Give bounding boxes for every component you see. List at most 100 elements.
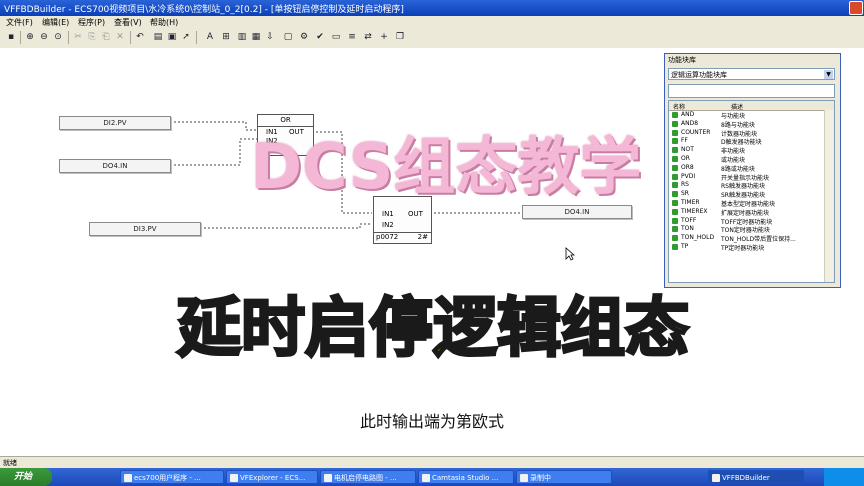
zoom-in-icon[interactable]: ⊕ bbox=[24, 31, 36, 43]
system-tray bbox=[824, 468, 864, 486]
library-list-header: 名称 描述 bbox=[669, 101, 834, 111]
item-desc: 与功能块 bbox=[721, 113, 746, 120]
block-icon bbox=[672, 112, 678, 118]
item-desc: 开关量指示功能块 bbox=[721, 174, 770, 182]
taskbar-item[interactable]: VFExplorer - ECS... bbox=[226, 470, 318, 484]
taskbar-item[interactable]: Camtasia Studio ... bbox=[418, 470, 514, 484]
chevron-down-icon[interactable]: ▼ bbox=[824, 70, 833, 79]
list-item[interactable]: SR SR触发器功能块 bbox=[669, 190, 824, 199]
grid-icon[interactable]: ⊞ bbox=[220, 31, 232, 43]
list-item[interactable]: AND8 8路与功能块 bbox=[669, 120, 824, 129]
taskbar-item[interactable]: 录制中 bbox=[516, 470, 612, 484]
menu-view[interactable]: 查看(V) bbox=[114, 17, 142, 28]
library-list[interactable]: 名称 描述 AND 与功能块 AND8 8路与功能块 COUNTER 计数器功能块 F… bbox=[668, 100, 835, 283]
monitor-icon[interactable]: ▢ bbox=[282, 31, 294, 43]
taskbar-item-label: 电机启停电路图 - ... bbox=[334, 474, 397, 482]
library-title: 功能块库 bbox=[665, 54, 840, 66]
config-icon[interactable]: ⚙ bbox=[298, 31, 310, 43]
item-desc: TOFF定时器功能块 bbox=[721, 218, 773, 226]
taskbar: 开始 ecs700用户程序 - ... VFExplorer - ECS... … bbox=[0, 468, 864, 486]
menu-file[interactable]: 文件(F) bbox=[6, 17, 33, 28]
text-icon[interactable]: A bbox=[204, 31, 216, 43]
and-footer: p0072 2# bbox=[374, 232, 431, 243]
and-id: p0072 bbox=[376, 233, 399, 241]
taskbar-item-label: Camtasia Studio ... bbox=[432, 474, 499, 482]
pv-block-di2[interactable]: DI2.PV bbox=[59, 116, 171, 130]
item-desc: TON_HOLD带后置位保持... bbox=[721, 236, 796, 244]
overlay-headline: 延时启停逻辑组态 bbox=[176, 291, 691, 368]
menu-edit[interactable]: 编辑(E) bbox=[42, 17, 69, 28]
start-button[interactable]: 开始 bbox=[0, 468, 52, 486]
taskbar-item[interactable]: 电机启停电路图 - ... bbox=[320, 470, 416, 484]
close-icon[interactable] bbox=[849, 1, 863, 15]
paste-icon[interactable]: ⎗ bbox=[100, 31, 112, 43]
cut-icon[interactable]: ✂ bbox=[72, 31, 84, 43]
item-desc: 非功能块 bbox=[721, 148, 746, 156]
item-name: TON bbox=[681, 225, 694, 233]
list-item[interactable]: TOFF TOFF定时器功能块 bbox=[669, 217, 824, 226]
title-bar: VFFBDBuilder - ECS700视频项目\水冷系统0\控制站_0_2[… bbox=[0, 0, 864, 16]
list-item[interactable]: TIMER 基本型定时器功能块 bbox=[669, 199, 824, 208]
undo-icon[interactable]: ↶ bbox=[134, 31, 146, 43]
arrow-icon[interactable]: ➚ bbox=[180, 31, 192, 43]
window-title: VFFBDBuilder - ECS700视频项目\水冷系统0\控制站_0_2[… bbox=[4, 5, 404, 15]
app-icon bbox=[422, 474, 430, 482]
app-icon bbox=[712, 474, 720, 482]
overlay-title: DCS组态教学 bbox=[250, 130, 642, 203]
list-item[interactable]: OR8 8路或功能块 bbox=[669, 164, 824, 173]
list-item[interactable]: AND 与功能块 bbox=[669, 111, 824, 120]
check-icon[interactable]: ✔ bbox=[314, 31, 326, 43]
list-item[interactable]: TP TP定时器功能块 bbox=[669, 243, 824, 252]
block-icon bbox=[672, 217, 678, 224]
save-icon[interactable]: ▪ bbox=[5, 31, 17, 43]
and-in1[interactable]: IN1 bbox=[382, 210, 394, 218]
app-icon bbox=[124, 474, 132, 482]
list-icon[interactable]: ≡ bbox=[346, 31, 358, 43]
list-item[interactable]: COUNTER 计数器功能块 bbox=[669, 129, 824, 138]
list-item[interactable]: NOT 非功能块 bbox=[669, 146, 824, 156]
menu-program[interactable]: 程序(P) bbox=[78, 17, 105, 28]
io-icon[interactable]: ⇄ bbox=[362, 31, 374, 43]
page-icon[interactable]: ▭ bbox=[330, 31, 342, 43]
taskbar-item-label: ecs700用户程序 - ... bbox=[134, 474, 201, 482]
col-desc-header[interactable]: 描述 bbox=[731, 102, 743, 111]
window-icon[interactable]: ❐ bbox=[394, 31, 406, 43]
taskbar-item[interactable]: ecs700用户程序 - ... bbox=[120, 470, 224, 484]
download-icon[interactable]: ⇩ bbox=[264, 31, 276, 43]
list-item[interactable]: OR 或功能块 bbox=[669, 155, 824, 164]
pv-block-do4[interactable]: DO4.IN bbox=[59, 159, 171, 173]
pv-block-di3[interactable]: DI3.PV bbox=[89, 222, 201, 236]
list-item[interactable]: RS RS触发器功能块 bbox=[669, 181, 824, 190]
taskbar-item[interactable]: VFFBDBuilder bbox=[708, 470, 804, 484]
app-icon bbox=[520, 474, 528, 482]
list-item[interactable]: TON TON定时器功能块 bbox=[669, 225, 824, 235]
function-library-panel: 功能块库 逻辑运算功能块库 ▼ 名称 描述 AND 与功能块 AND8 8路与功能块… bbox=[664, 53, 841, 288]
app-icon bbox=[230, 474, 238, 482]
copy-icon[interactable]: ⎘ bbox=[86, 31, 98, 43]
delete-icon[interactable]: ✕ bbox=[114, 31, 126, 43]
item-desc: TON定时器功能块 bbox=[721, 227, 770, 235]
compile-icon[interactable]: ▣ bbox=[166, 31, 178, 43]
library-scrollbar[interactable] bbox=[824, 110, 834, 282]
table-icon[interactable]: ▦ bbox=[250, 31, 262, 43]
list-item[interactable]: PVDI 开关量指示功能块 bbox=[669, 173, 824, 182]
and-out[interactable]: OUT bbox=[408, 210, 423, 218]
col-name-header[interactable]: 名称 bbox=[673, 102, 685, 111]
menu-help[interactable]: 帮助(H) bbox=[150, 17, 178, 28]
library-category-select[interactable]: 逻辑运算功能块库 ▼ bbox=[668, 68, 835, 80]
library-icon[interactable]: ▤ bbox=[152, 31, 164, 43]
block-icon[interactable]: ▥ bbox=[236, 31, 248, 43]
block-icon bbox=[672, 244, 678, 250]
mouse-cursor-icon bbox=[565, 247, 575, 261]
toolbar: ▪ ⊕ ⊖ ⊙ ✂ ⎘ ⎗ ✕ ↶ ▤ ▣ ➚ A ⊞ ▥ ▦ ⇩ ▢ ⚙ ✔ … bbox=[0, 28, 864, 49]
item-desc: 基本型定时器功能块 bbox=[721, 201, 776, 208]
zoom-fit-icon[interactable]: ⊙ bbox=[52, 31, 64, 43]
list-item[interactable]: TON_HOLD TON_HOLD带后置位保持... bbox=[669, 234, 824, 244]
and-in2[interactable]: IN2 bbox=[382, 221, 394, 229]
plus-icon[interactable]: + bbox=[378, 31, 390, 43]
zoom-out-icon[interactable]: ⊖ bbox=[38, 31, 50, 43]
library-search-input[interactable] bbox=[668, 84, 835, 98]
list-item[interactable]: TIMEREX 扩展定时器功能块 bbox=[669, 208, 824, 217]
list-item[interactable]: FF D触发器功能块 bbox=[669, 137, 824, 146]
and-num: 2# bbox=[417, 233, 428, 241]
